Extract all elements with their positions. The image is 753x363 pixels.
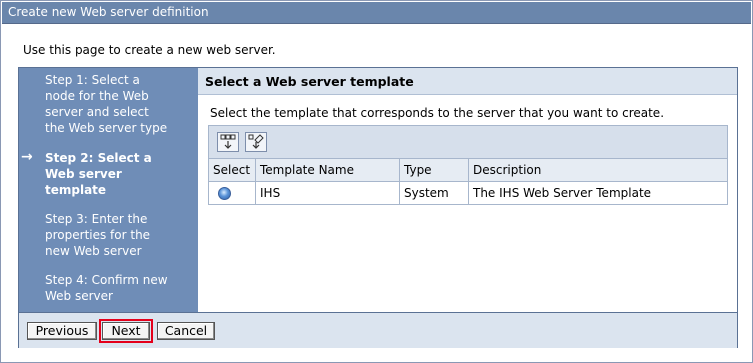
template-radio-button[interactable]: [218, 187, 231, 200]
cancel-button[interactable]: Cancel: [157, 322, 215, 340]
template-description-cell: The IHS Web Server Template: [468, 181, 728, 205]
content-header: Select a Web server template: [198, 68, 737, 95]
next-button[interactable]: Next: [102, 322, 150, 340]
table-toolbar: [208, 125, 728, 159]
previous-button[interactable]: Previous: [27, 322, 97, 340]
templates-table: Select Template Name Type Description IH…: [208, 158, 728, 205]
column-header-type[interactable]: Type: [399, 158, 469, 182]
table-header-row: Select Template Name Type Description: [208, 158, 728, 182]
window-title: Create new Web server definition: [8, 5, 209, 19]
title-bar: Create new Web server definition: [2, 2, 751, 24]
wizard-panel: Step 1: Select a node for the Web server…: [18, 67, 738, 348]
table-row: IHS System The IHS Web Server Template: [208, 181, 728, 205]
template-name-cell: IHS: [255, 181, 400, 205]
column-header-template-name[interactable]: Template Name: [255, 158, 400, 182]
intro-text: Use this page to create a new web server…: [23, 43, 276, 57]
column-header-select[interactable]: Select: [208, 158, 256, 182]
content-title: Select a Web server template: [205, 74, 414, 89]
dialog-frame: Create new Web server definition Use thi…: [0, 0, 753, 363]
select-cell: [208, 181, 256, 205]
template-type-cell: System: [399, 181, 469, 205]
button-bar: Previous Next Cancel: [19, 312, 737, 348]
step-1-label: Step 1: Select a node for the Web server…: [45, 73, 168, 135]
content-description: Select the template that corresponds to …: [210, 106, 665, 120]
step-4-label: Step 4: Confirm new Web server: [45, 273, 168, 303]
content-area: Select a Web server template Select the …: [198, 68, 737, 312]
steps-sidebar: Step 1: Select a node for the Web server…: [19, 68, 198, 312]
current-step-arrow-icon: →: [21, 149, 33, 165]
deselect-all-icon[interactable]: [245, 132, 267, 152]
column-header-description[interactable]: Description: [468, 158, 728, 182]
step-2-label: Step 2: Select a Web server template: [45, 151, 152, 197]
select-all-icon[interactable]: [217, 132, 239, 152]
step-3-label: Step 3: Enter the properties for the new…: [45, 212, 151, 258]
